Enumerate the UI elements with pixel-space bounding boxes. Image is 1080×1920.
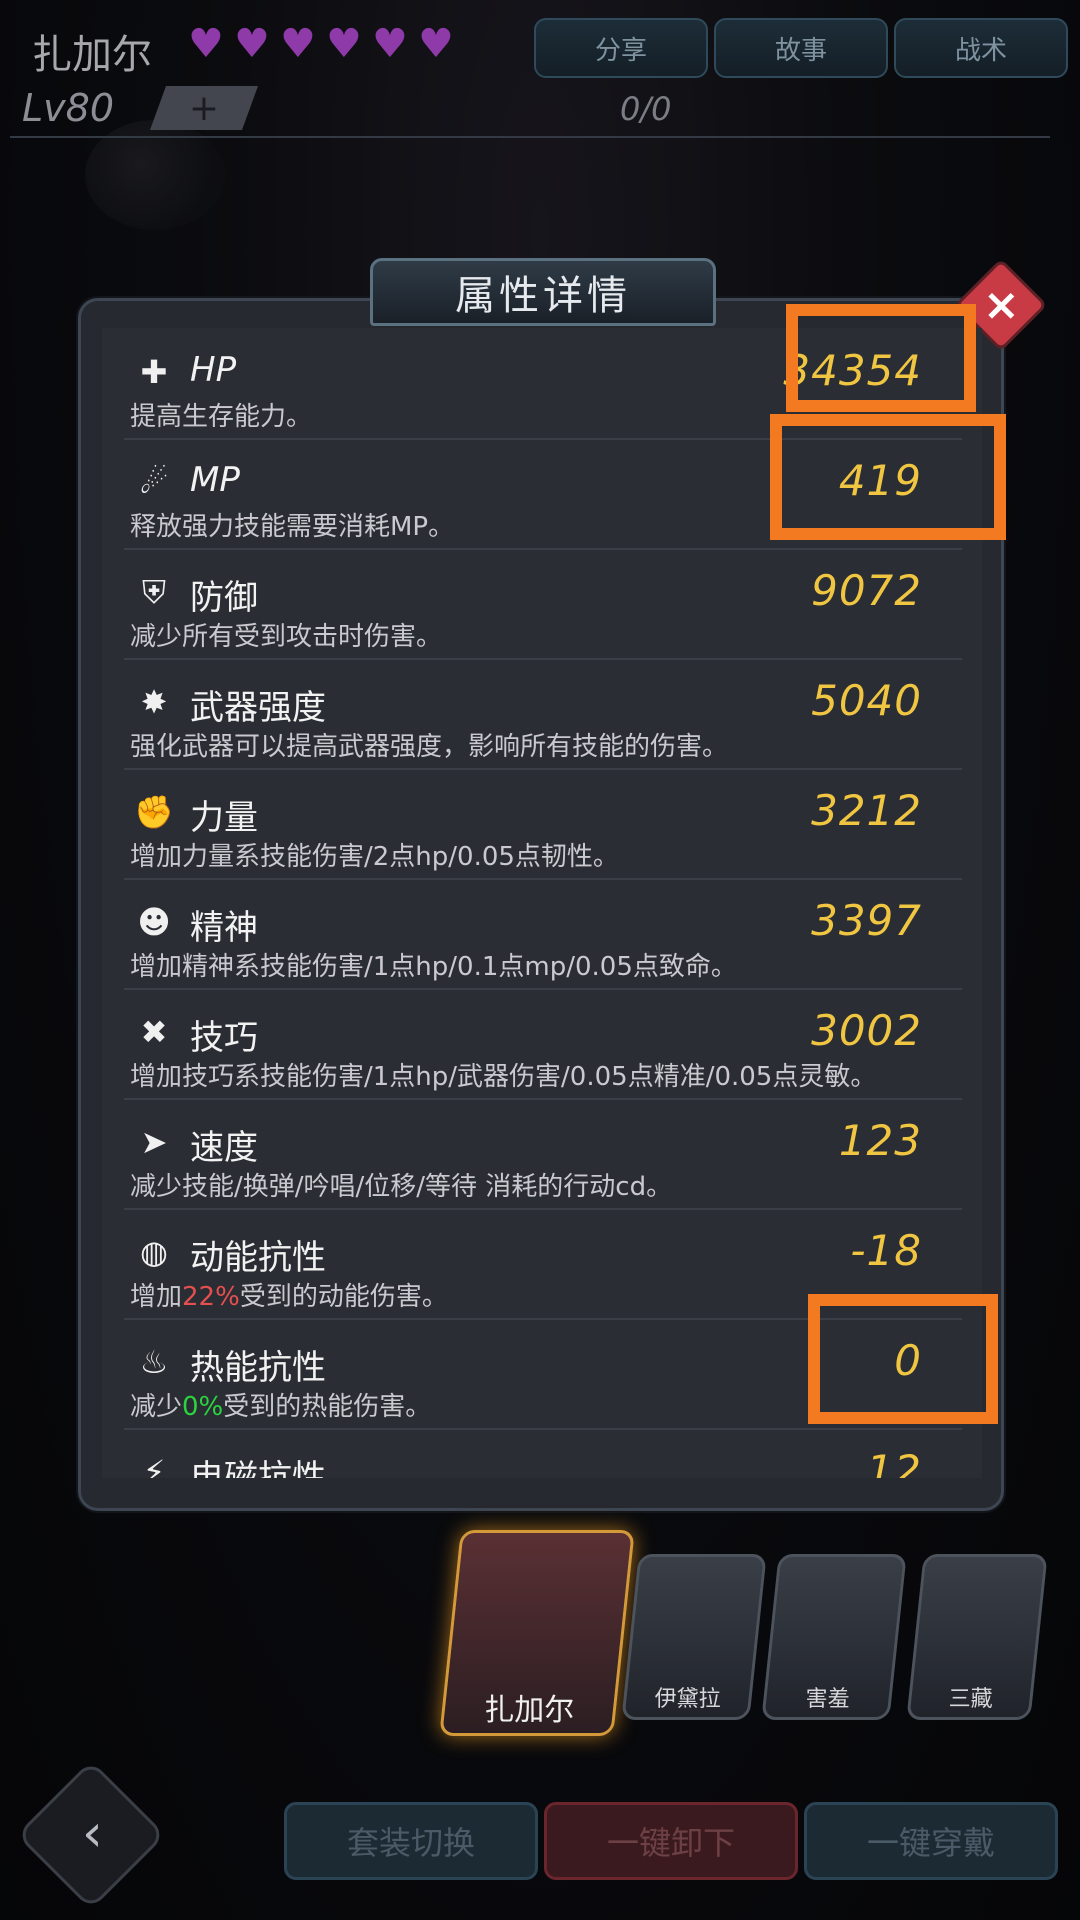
attr-name: 动能抗性 — [190, 1238, 326, 1278]
attr-name: 防御 — [190, 578, 258, 618]
exp-value: 0/0 — [620, 90, 672, 128]
portrait-member[interactable]: 三藏 — [906, 1554, 1048, 1720]
portrait-label: 伊黛拉 — [654, 1687, 721, 1712]
speed-icon: ➤ — [140, 1123, 168, 1161]
heart-icon: ♥ — [234, 21, 270, 67]
fist-icon: ✊ — [134, 793, 174, 831]
character-name: 扎加尔 — [32, 32, 152, 78]
attr-name: 力量 — [190, 798, 258, 838]
desc-percent: 22% — [182, 1282, 240, 1312]
team-portraits: 扎加尔 伊黛拉 害羞 三藏 — [439, 1530, 1080, 1740]
attr-value: 9072 — [811, 566, 922, 615]
attr-desc: 强化武器可以提高武器强度，影响所有技能的伤害。 — [130, 732, 729, 762]
heart-icon: ♥ — [188, 21, 224, 67]
heart-icon: ♥ — [280, 21, 316, 67]
portrait-label: 害羞 — [805, 1687, 850, 1712]
lightning-icon: ⚡ — [142, 1453, 166, 1478]
desc-suffix: 受到的热能伤害。 — [223, 1392, 432, 1422]
heart-icon: ♥ — [418, 21, 454, 67]
story-button[interactable]: 故事 — [714, 18, 888, 78]
attr-row-em: ⚡ 电磁抗性 12 — [124, 1428, 962, 1478]
attr-name: HP — [190, 350, 237, 390]
close-icon: × — [982, 279, 1020, 330]
top-bar: 扎加尔 ♥ ♥ ♥ ♥ ♥ ♥ 分享 故事 战术 Lv80 + 0/0 — [0, 0, 1080, 170]
attr-value: 5040 — [811, 676, 922, 725]
portrait-label: 扎加尔 — [484, 1693, 575, 1728]
set-switch-button[interactable]: 套装切换 — [284, 1802, 538, 1880]
attr-name: 热能抗性 — [190, 1348, 326, 1388]
plus-icon: ✚ — [140, 353, 168, 391]
kinetic-icon: ◍ — [140, 1233, 168, 1271]
attr-desc: 减少技能/换弹/吟唱/位移/等待 消耗的行动cd。 — [130, 1172, 673, 1202]
attr-name: 电磁抗性 — [190, 1458, 326, 1478]
attr-value: 12 — [866, 1446, 922, 1478]
portrait-main[interactable]: 扎加尔 — [439, 1530, 635, 1736]
attr-value: 3002 — [811, 1006, 922, 1055]
attr-desc: 增加精神系技能伤害/1点hp/0.1点mp/0.05点致命。 — [130, 952, 737, 982]
attr-row-strength: ✊ 力量 增加力量系技能伤害/2点hp/0.05点韧性。 3212 — [124, 768, 962, 880]
head-icon: ☻ — [137, 903, 171, 941]
equip-all-button[interactable]: 一键穿戴 — [804, 1802, 1058, 1880]
desc-percent: 0% — [182, 1392, 224, 1422]
level-row: Lv80 + 0/0 — [10, 86, 1050, 138]
attr-desc: 提高生存能力。 — [130, 402, 313, 432]
heart-icon: ♥ — [372, 21, 408, 67]
desc-prefix: 增加 — [130, 1282, 183, 1312]
attr-row-defense: ⛨ 防御 减少所有受到攻击时伤害。 9072 — [124, 548, 962, 660]
highlight-thermal — [808, 1294, 998, 1424]
attr-name: MP — [190, 460, 240, 500]
chevron-left-icon: ‹ — [82, 1803, 103, 1864]
attr-name: 速度 — [190, 1128, 258, 1168]
desc-suffix: 受到的动能伤害。 — [239, 1282, 448, 1312]
attr-row-spirit: ☻ 精神 增加精神系技能伤害/1点hp/0.1点mp/0.05点致命。 3397 — [124, 878, 962, 990]
plus-icon: + — [188, 87, 220, 129]
attr-name: 技巧 — [190, 1018, 258, 1058]
weapon-burst-icon: ✸ — [140, 683, 168, 721]
portrait-member[interactable]: 害羞 — [761, 1554, 907, 1720]
dialog-title: 属性详情 — [455, 273, 631, 319]
portrait-label: 三藏 — [948, 1687, 993, 1712]
tactics-button[interactable]: 战术 — [894, 18, 1068, 78]
desc-prefix: 减少 — [130, 1392, 183, 1422]
attr-row-weapon: ✸ 武器强度 强化武器可以提高武器强度，影响所有技能的伤害。 5040 — [124, 658, 962, 770]
unequip-all-button[interactable]: 一键卸下 — [544, 1802, 798, 1880]
attr-name: 武器强度 — [190, 688, 326, 728]
highlight-hp — [786, 304, 976, 412]
attr-desc: 增加技巧系技能伤害/1点hp/武器伤害/0.05点精准/0.05点灵敏。 — [130, 1062, 877, 1092]
attr-desc: 增加力量系技能伤害/2点hp/0.05点韧性。 — [130, 842, 619, 872]
shield-icon: ⛨ — [141, 573, 166, 611]
hearts-rating: ♥ ♥ ♥ ♥ ♥ ♥ — [188, 21, 458, 67]
heart-icon: ♥ — [326, 21, 362, 67]
attr-desc: 释放强力技能需要消耗MP。 — [130, 512, 455, 542]
attr-desc: 减少所有受到攻击时伤害。 — [130, 622, 443, 652]
mp-icon: ☄ — [139, 463, 169, 501]
highlight-mp — [770, 414, 1006, 540]
level-up-button[interactable]: + — [149, 86, 259, 130]
tools-icon: ✖ — [140, 1013, 168, 1051]
attr-row-speed: ➤ 速度 减少技能/换弹/吟唱/位移/等待 消耗的行动cd。 123 — [124, 1098, 962, 1210]
dialog-title-tab: 属性详情 — [370, 258, 716, 326]
attr-desc: 增加22%受到的动能伤害。 — [130, 1276, 448, 1313]
attr-value: 123 — [838, 1116, 922, 1165]
attr-value: 3397 — [811, 896, 922, 945]
share-button[interactable]: 分享 — [534, 18, 708, 78]
portrait-member[interactable]: 伊黛拉 — [621, 1554, 767, 1720]
flame-icon: ♨ — [139, 1343, 169, 1381]
attr-name: 精神 — [190, 908, 258, 948]
attr-desc: 减少0%受到的热能伤害。 — [130, 1386, 431, 1423]
attr-value: -18 — [850, 1226, 922, 1275]
level-label: Lv80 — [22, 86, 115, 130]
attr-value: 3212 — [811, 786, 922, 835]
attr-row-skill: ✖ 技巧 增加技巧系技能伤害/1点hp/武器伤害/0.05点精准/0.05点灵敏… — [124, 988, 962, 1100]
